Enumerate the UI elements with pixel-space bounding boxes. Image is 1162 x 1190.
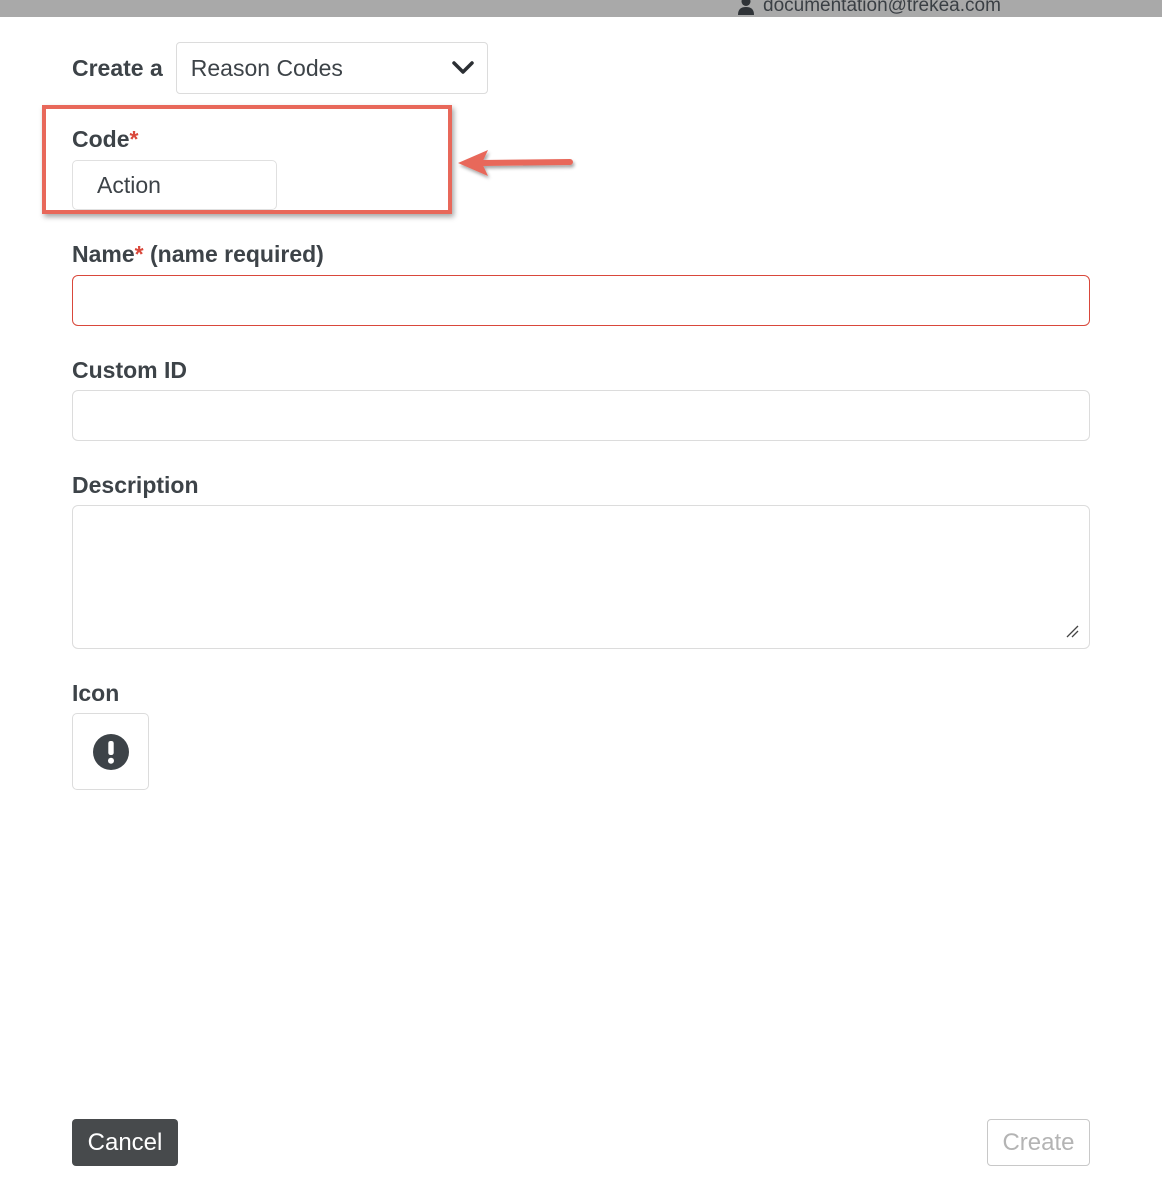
name-label: Name* (name required) bbox=[72, 241, 324, 267]
chevron-down-icon bbox=[452, 61, 474, 74]
icon-label: Icon bbox=[72, 680, 120, 706]
code-value: Action bbox=[97, 171, 161, 198]
create-label: Create a bbox=[72, 54, 163, 81]
create-type-value: Reason Codes bbox=[190, 54, 343, 81]
code-label: Code* bbox=[72, 126, 139, 152]
required-mark: * bbox=[129, 126, 139, 152]
user-menu[interactable]: documentation@trekea.com bbox=[737, 0, 1001, 17]
description-label: Description bbox=[72, 472, 199, 498]
name-input[interactable] bbox=[72, 275, 1090, 326]
icon-picker-button[interactable] bbox=[72, 713, 149, 790]
user-icon bbox=[738, 0, 754, 15]
code-select[interactable]: Action bbox=[72, 160, 277, 210]
custom-id-label: Custom ID bbox=[72, 357, 187, 383]
description-textarea[interactable] bbox=[72, 505, 1090, 649]
top-bar: documentation@trekea.com bbox=[0, 0, 1162, 17]
create-type-row: Create a Reason Codes bbox=[72, 42, 488, 94]
create-type-select[interactable]: Reason Codes bbox=[175, 42, 488, 94]
cancel-button[interactable]: Cancel bbox=[72, 1119, 178, 1166]
exclamation-circle-icon bbox=[92, 733, 129, 770]
annotation-arrow-icon bbox=[458, 150, 573, 176]
create-button[interactable]: Create bbox=[987, 1119, 1090, 1166]
resize-grip-icon[interactable] bbox=[1065, 624, 1079, 638]
required-mark: * bbox=[134, 241, 144, 267]
custom-id-input[interactable] bbox=[72, 390, 1090, 441]
user-email: documentation@trekea.com bbox=[763, 0, 1001, 16]
name-hint: (name required) bbox=[143, 241, 324, 267]
